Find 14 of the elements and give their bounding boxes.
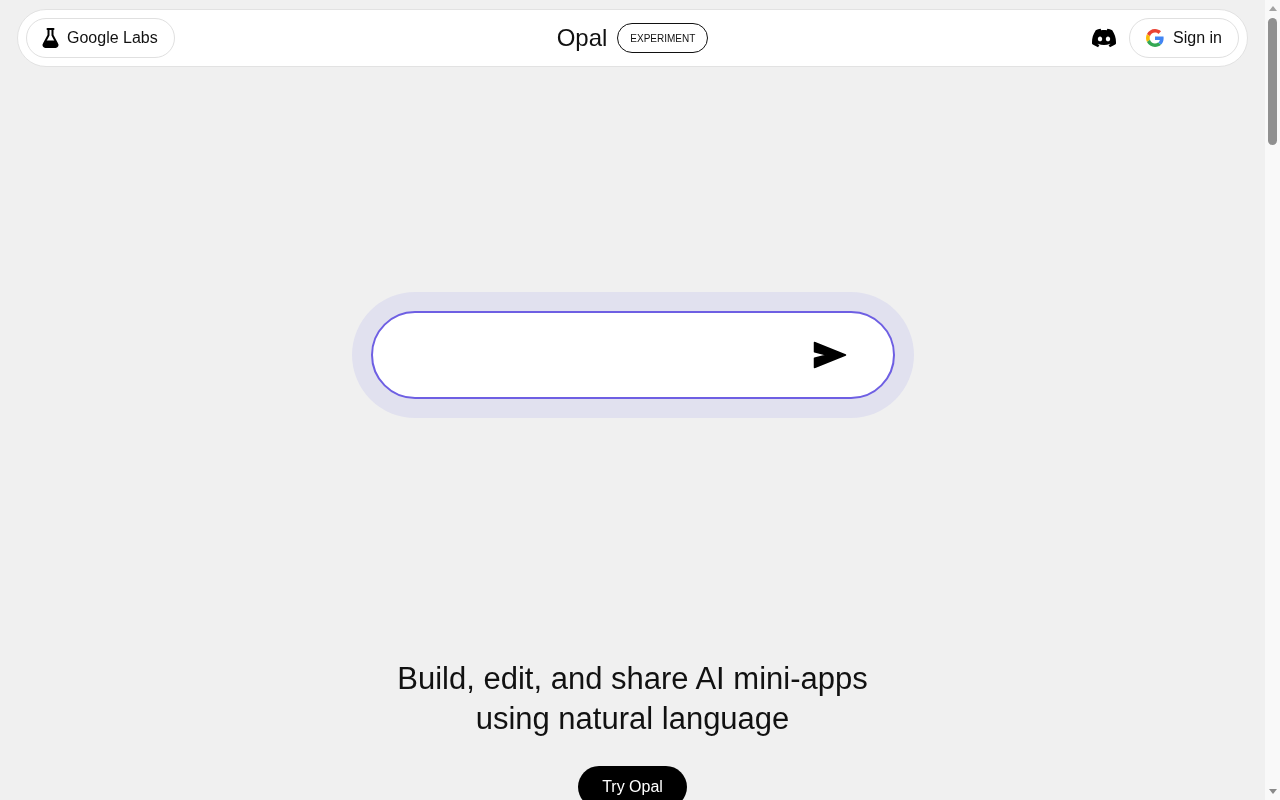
send-icon — [812, 341, 847, 369]
sign-in-button[interactable]: Sign in — [1129, 18, 1239, 58]
google-labs-button[interactable]: Google Labs — [26, 18, 175, 58]
hero-headline: Build, edit, and share AI mini-apps using natural language — [396, 660, 869, 738]
flask-icon — [42, 28, 59, 48]
google-g-logo-icon — [1146, 29, 1165, 47]
scroll-down-arrow-icon[interactable] — [1268, 789, 1277, 794]
scroll-up-arrow-icon[interactable] — [1268, 6, 1277, 11]
scrollbar-thumb[interactable] — [1268, 18, 1277, 145]
try-opal-button[interactable]: Try Opal — [578, 766, 687, 800]
scrollbar[interactable] — [1265, 0, 1280, 800]
send-button[interactable] — [812, 341, 847, 369]
discord-logo-icon — [1092, 26, 1117, 50]
app-title: Opal — [556, 23, 608, 53]
